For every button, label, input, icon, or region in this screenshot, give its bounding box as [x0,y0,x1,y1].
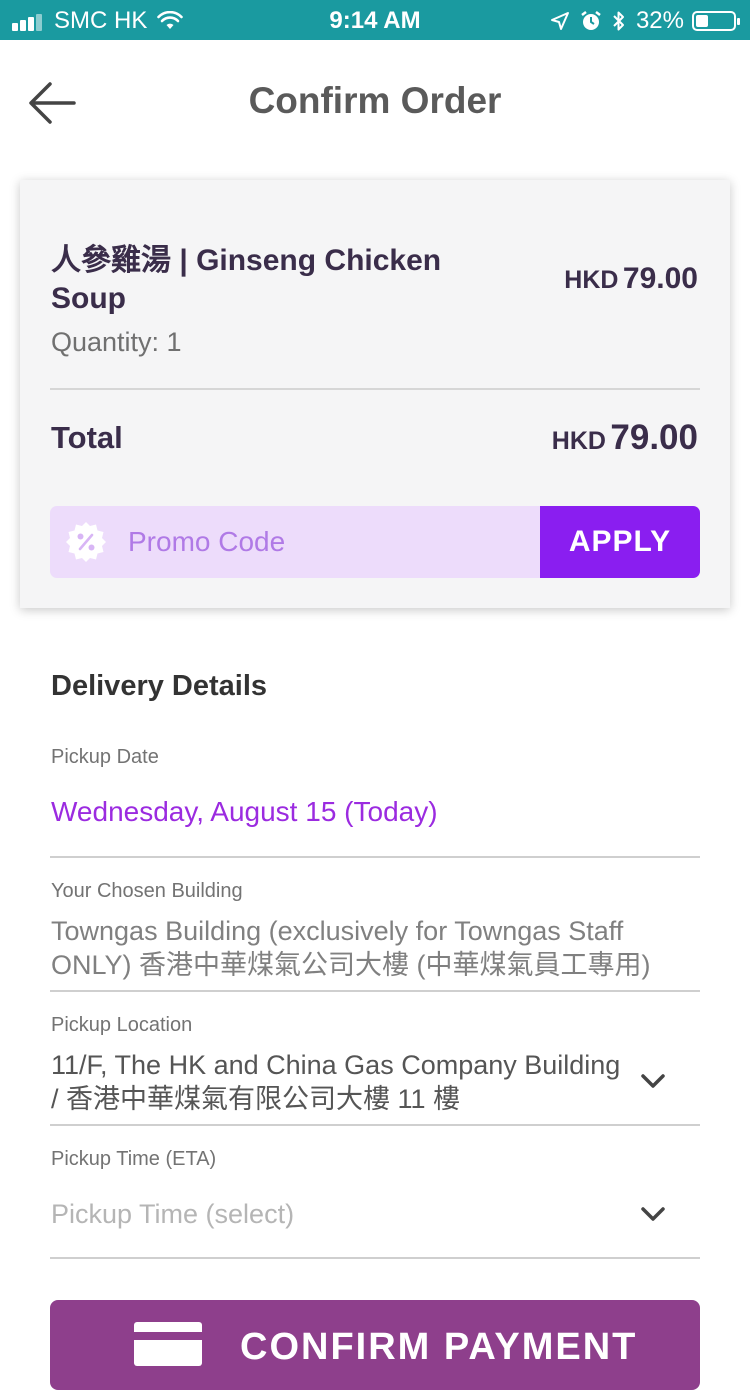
pickup-time-select[interactable]: Pickup Time (select) [50,1188,700,1244]
page-title: Confirm Order [248,80,502,121]
battery-percent: 32% [635,7,684,34]
pickup-date-underline [50,856,700,858]
bluetooth-icon [613,11,624,31]
pickup-time-placeholder: Pickup Time (select) [51,1199,295,1229]
percent-badge-icon [66,522,106,562]
item-currency: HKD [564,266,619,294]
total-amount: 79.00 [610,418,698,457]
battery-fill [696,15,708,27]
chevron-down-icon [641,1207,665,1221]
item-name: 人參雞湯 | Ginseng Chicken Soup [51,244,442,315]
pickup-location-underline [50,1124,700,1126]
chevron-down-icon [641,1074,665,1088]
item-amount: 79.00 [622,262,698,295]
status-left: SMC HK [12,7,184,35]
pickup-location-label: Pickup Location [51,1014,193,1036]
item-price: HKD 79.00 [564,262,698,296]
pickup-time-label: Pickup Time (ETA) [51,1148,217,1170]
promo-code-input[interactable] [128,506,528,578]
building-underline [50,990,700,992]
apply-button[interactable]: APPLY [540,506,700,578]
alarm-icon [581,11,601,30]
building-value: Towngas Building (exclusively for Townga… [51,916,651,980]
order-summary-card: 人參雞湯 | Ginseng Chicken Soup Quantity: 1 … [20,180,730,608]
promo-code-field: APPLY [50,506,700,578]
divider [50,388,700,390]
signal-icon [12,11,44,31]
item-quantity: Quantity: 1 [51,327,182,357]
pickup-date-label: Pickup Date [51,746,159,768]
total-price: HKD 79.00 [552,418,698,458]
delivery-details-title: Delivery Details [51,670,268,702]
total-label: Total [51,420,123,455]
credit-card-icon [134,1322,202,1366]
pickup-date-value[interactable]: Wednesday, August 15 (Today) [51,795,438,829]
wifi-icon [157,11,184,29]
carrier-name: SMC HK [54,7,148,34]
confirm-payment-label: CONFIRM PAYMENT [240,1326,638,1368]
battery-icon [692,11,740,31]
confirm-payment-button[interactable]: CONFIRM PAYMENT [50,1300,700,1390]
building-label: Your Chosen Building [51,880,243,902]
status-bar: SMC HK 9:14 AM 32% [0,0,750,40]
back-button[interactable] [28,80,78,126]
pickup-location-select[interactable]: 11/F, The HK and China Gas Company Build… [50,1046,700,1122]
status-right: 32% [540,7,740,35]
pickup-location-value: 11/F, The HK and China Gas Company Build… [51,1050,621,1114]
location-arrow-icon [550,12,569,30]
pickup-time-underline [50,1257,700,1259]
total-currency: HKD [551,427,606,455]
arrow-left-icon [29,82,76,124]
